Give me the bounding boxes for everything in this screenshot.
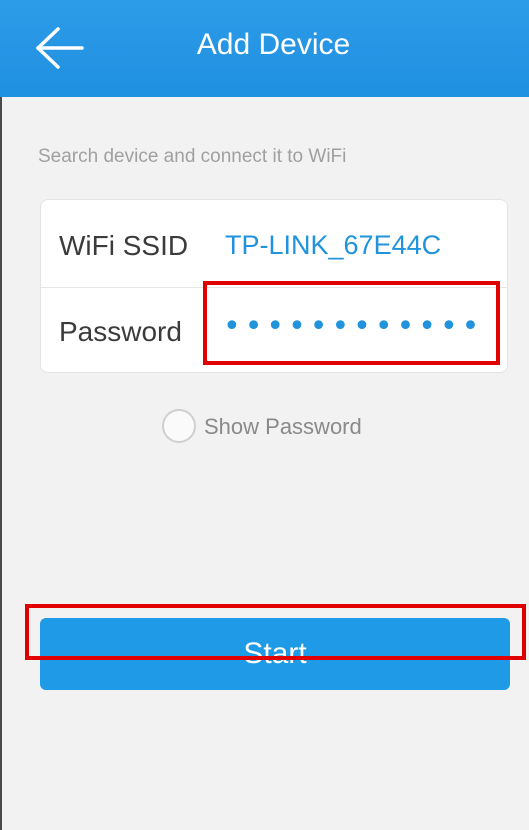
password-field[interactable]: [221, 292, 495, 360]
wifi-form-card: WiFi SSID TP-LINK_67E44C Password: [40, 199, 508, 373]
screen-edge: [0, 97, 2, 830]
password-label: Password: [59, 316, 182, 347]
form-divider: [41, 287, 507, 288]
wifi-ssid-value[interactable]: TP-LINK_67E44C: [225, 230, 441, 261]
wifi-ssid-label: WiFi SSID: [59, 230, 189, 261]
add-device-screen: Add Device Search device and connect it …: [0, 0, 529, 830]
show-password-radio[interactable]: [162, 409, 196, 443]
page-title: Add Device: [196, 28, 351, 61]
instruction-text: Search device and connect it to WiFi: [38, 146, 347, 167]
start-button[interactable]: Start: [40, 618, 510, 690]
app-header: Add Device: [0, 0, 529, 97]
show-password-label: Show Password: [204, 414, 362, 439]
